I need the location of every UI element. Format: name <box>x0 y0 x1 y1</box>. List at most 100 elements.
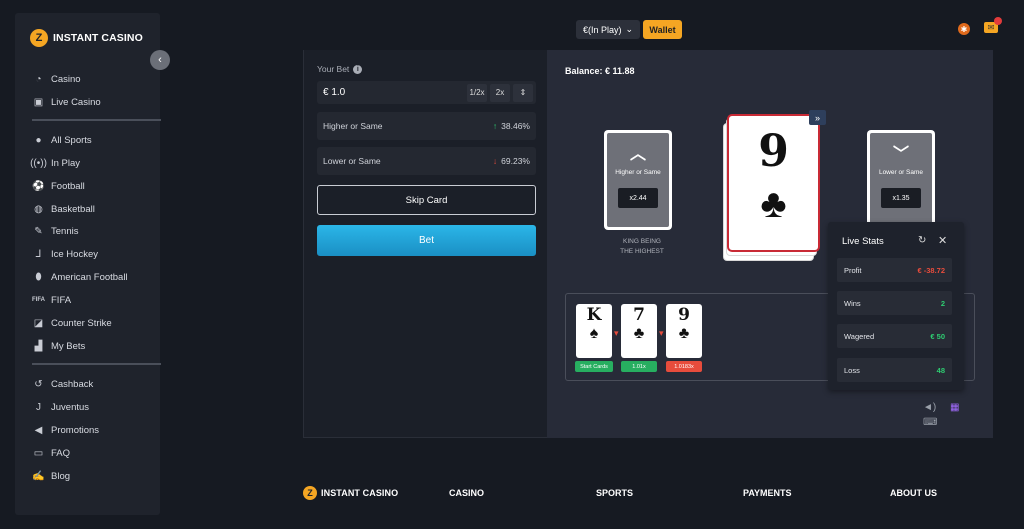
king-note: KING BEING THE HIGHEST <box>607 237 677 257</box>
sidebar-item-cashback[interactable]: ↺ Cashback <box>32 376 93 392</box>
sidebar-item-all-sports[interactable]: ● All Sports <box>32 132 92 148</box>
history-card: K ♠ <box>576 304 612 358</box>
brand-logo[interactable]: Z INSTANT CASINO <box>30 29 143 47</box>
sidebar-item-fifa[interactable]: FIFA FIFA <box>32 292 71 308</box>
lower-card-option[interactable]: ﹀ Lower or Same x1.35 <box>867 130 935 230</box>
footer-link-about-us[interactable]: ABOUT US <box>890 488 937 498</box>
live-stats-panel: Live Stats ↻ ✕ Profit € -38.72 Wins 2 Wa… <box>828 222 964 390</box>
history-tag: 1.01x <box>621 361 657 372</box>
star-icon[interactable]: ✱ <box>958 23 970 35</box>
sidebar-item-label: Juventus <box>51 401 90 413</box>
fast-forward-icon[interactable]: » <box>809 110 826 125</box>
american-football-icon: ⬮ <box>35 271 42 283</box>
sidebar-item-my-bets[interactable]: ▟ My Bets <box>32 338 86 354</box>
stat-value: 48 <box>936 365 945 375</box>
sidebar-item-football[interactable]: ⚽ Football <box>32 178 85 194</box>
refresh-icon[interactable]: ↻ <box>918 235 926 246</box>
balance-text: Balance: € 11.88 <box>565 66 635 76</box>
sidebar: Z INSTANT CASINO ◔ Casino ▣ Live Casino … <box>15 13 161 515</box>
currency-select[interactable]: €(In Play) ⌄ <box>576 20 640 39</box>
current-card-rank: 9 <box>758 126 789 177</box>
sidebar-item-in-play[interactable]: ((•)) In Play <box>30 155 81 171</box>
stat-label: Profit <box>844 265 862 275</box>
sidebar-item-live-casino[interactable]: ▣ Live Casino <box>32 94 101 110</box>
king-note-line2: THE HIGHEST <box>620 247 664 255</box>
footer-link-payments[interactable]: PAYMENTS <box>743 488 792 498</box>
stat-row-profit: Profit € -38.72 <box>837 258 952 282</box>
stat-row-wagered: Wagered € 50 <box>837 324 952 348</box>
spades-icon: ♠ <box>589 325 599 342</box>
hockey-icon: ⅃ <box>35 248 42 260</box>
chevron-down-icon: ﹀ <box>892 146 909 163</box>
history-rank: 7 <box>633 305 645 325</box>
chevron-down-icon: ⌄ <box>625 24 634 34</box>
stats-icon[interactable]: ▦ <box>950 402 959 413</box>
sidebar-item-label: Football <box>51 180 85 192</box>
stat-label: Wagered <box>844 331 875 341</box>
higher-multiplier: x2.44 <box>618 188 658 208</box>
sports-ball-icon: ● <box>35 134 42 146</box>
sidebar-item-label: FIFA <box>51 294 72 306</box>
sidebar-item-label: In Play <box>51 157 81 169</box>
double-bet-button[interactable]: 2x <box>490 83 510 102</box>
chat-icon: ▭ <box>33 447 44 459</box>
higher-card-label: Higher or Same <box>615 169 661 176</box>
sidebar-item-label: Counter Strike <box>51 317 112 329</box>
lower-multiplier: x1.35 <box>881 188 921 208</box>
sidebar-item-faq[interactable]: ▭ FAQ <box>32 445 70 461</box>
skip-card-button[interactable]: Skip Card <box>317 185 536 215</box>
sidebar-item-label: Blog <box>51 470 71 482</box>
info-icon[interactable]: i <box>353 64 363 74</box>
footer-link-casino[interactable]: CASINO <box>449 488 484 498</box>
king-note-line1: KING BEING <box>623 238 661 245</box>
sidebar-item-counter-strike[interactable]: ◪ Counter Strike <box>32 315 112 331</box>
history-tag: Start Cards <box>575 361 613 372</box>
half-bet-button[interactable]: 1/2x <box>467 83 487 102</box>
arrow-down-icon: ▾ <box>659 328 664 338</box>
sidebar-item-label: Cashback <box>51 378 94 390</box>
counter-strike-icon: ◪ <box>33 317 44 329</box>
keyboard-icon[interactable]: ⌨ <box>923 417 937 428</box>
bet-amount-input[interactable]: € 1.0 1/2x 2x ⇕ <box>317 81 536 104</box>
lower-or-same-option[interactable]: Lower or Same ↓ 69.23% <box>317 147 536 175</box>
logo-text: INSTANT CASINO <box>53 32 143 44</box>
sidebar-item-casino[interactable]: ◔ Casino <box>32 71 81 87</box>
your-bet-text: Your Bet <box>317 64 350 74</box>
footer-logo[interactable]: Z INSTANT CASINO <box>303 486 398 500</box>
sidebar-item-label: All Sports <box>51 134 92 146</box>
footer-link-sports[interactable]: SPORTS <box>596 488 633 498</box>
sidebar-collapse-button[interactable]: ‹ <box>150 50 170 70</box>
sidebar-item-blog[interactable]: ✍ Blog <box>32 468 70 484</box>
higher-label: Higher or Same <box>323 121 383 131</box>
lower-card-label: Lower or Same <box>878 169 924 176</box>
broadcast-icon: ((•)) <box>30 157 47 169</box>
sound-icon[interactable]: ◄) <box>923 402 936 413</box>
stepper-icon[interactable]: ⇕ <box>513 83 533 102</box>
history-card: 9 ♣ <box>666 304 702 358</box>
stat-row-loss: Loss 48 <box>837 358 952 382</box>
fifa-icon: FIFA <box>32 297 45 303</box>
bet-button[interactable]: Bet <box>317 225 536 256</box>
sidebar-item-promotions[interactable]: ◀ Promotions <box>32 422 99 438</box>
sidebar-item-american-football[interactable]: ⬮ American Football <box>32 269 127 285</box>
your-bet-label: Your Bet i <box>317 64 363 74</box>
sidebar-item-label: Promotions <box>51 424 100 436</box>
history-card: 7 ♣ <box>621 304 657 358</box>
stat-row-wins: Wins 2 <box>837 291 952 315</box>
history-tag: 1.0183x <box>666 361 702 372</box>
higher-or-same-option[interactable]: Higher or Same ↑ 38.46% <box>317 112 536 140</box>
casino-icon: ◔ <box>35 73 42 85</box>
stat-label: Loss <box>844 365 860 375</box>
sidebar-item-tennis[interactable]: ✎ Tennis <box>32 223 78 239</box>
wallet-button[interactable]: Wallet <box>643 20 682 39</box>
higher-card-option[interactable]: ︿ Higher or Same x2.44 <box>604 130 672 230</box>
bet-amount-value: € 1.0 <box>323 87 346 98</box>
sidebar-item-ice-hockey[interactable]: ⅃ Ice Hockey <box>32 246 98 262</box>
sidebar-item-basketball[interactable]: ◍ Basketball <box>32 201 95 217</box>
arrow-down-icon: ▾ <box>614 328 619 338</box>
sidebar-item-label: Casino <box>51 73 81 85</box>
stat-value: € -38.72 <box>917 265 945 275</box>
lower-label: Lower or Same <box>323 156 381 166</box>
close-icon[interactable]: ✕ <box>938 234 947 247</box>
sidebar-item-juventus[interactable]: J Juventus <box>32 399 89 415</box>
